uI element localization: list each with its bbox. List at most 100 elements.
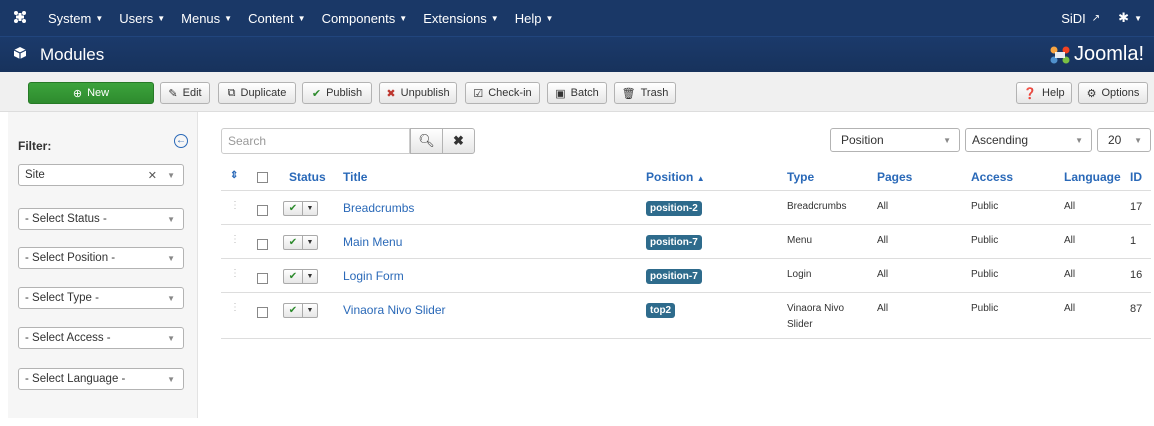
published-check-icon[interactable]: ✔ (283, 201, 303, 216)
status-dropdown-icon[interactable]: ▼ (303, 201, 318, 216)
chevron-down-icon: ▼ (167, 170, 175, 180)
table-row: ⋮ ✔ ▼ Breadcrumbs position-2 Breadcrumbs … (221, 191, 1151, 225)
sidebar-toggle-icon[interactable]: ← (174, 134, 188, 148)
header-pages[interactable]: Pages (877, 170, 912, 184)
module-access: Public (971, 303, 999, 314)
check-icon: ✔ (311, 87, 322, 100)
drag-handle-icon[interactable]: ⋮ (230, 234, 240, 245)
search-button[interactable]: 🔍︎ (410, 128, 443, 154)
header-access[interactable]: Access (971, 170, 1013, 184)
menu-users[interactable]: Users ▼ (111, 11, 173, 26)
limit-select[interactable]: 20 ▼ (1097, 128, 1151, 152)
menu-system[interactable]: System ▼ (40, 11, 111, 26)
position-badge: position-7 (646, 269, 702, 284)
caret-down-icon: ▼ (297, 13, 306, 23)
module-title-link[interactable]: Login Form (343, 269, 404, 283)
drag-handle-icon[interactable]: ⋮ (230, 302, 240, 313)
question-icon: ❓ (1023, 87, 1038, 100)
published-check-icon[interactable]: ✔ (283, 303, 303, 318)
status-dropdown-icon[interactable]: ▼ (303, 303, 318, 318)
new-button[interactable]: ⊕ New (28, 82, 154, 104)
row-checkbox[interactable] (257, 273, 268, 284)
chevron-down-icon: ▼ (1075, 135, 1083, 145)
batch-button[interactable]: ▣ Batch (547, 82, 607, 104)
menu-extensions[interactable]: Extensions ▼ (415, 11, 507, 26)
checkin-button[interactable]: ☑ Check-in (465, 82, 540, 104)
row-checkbox[interactable] (257, 205, 268, 216)
header-status[interactable]: Status (289, 170, 326, 184)
module-type-line2: Slider (787, 319, 813, 330)
sort-direction-select[interactable]: Ascending ▼ (965, 128, 1092, 152)
options-button[interactable]: ⚙ Options (1078, 82, 1148, 104)
topbar-right: SiDI ↗ ✱ ▼ (1061, 10, 1154, 26)
row-checkbox[interactable] (257, 239, 268, 250)
module-id: 1 (1130, 235, 1137, 247)
header-language[interactable]: Language (1064, 170, 1121, 184)
client-select[interactable]: Site ✕ ▼ (18, 164, 184, 186)
trash-button[interactable]: 🗑 Trash (614, 82, 676, 104)
search-input[interactable]: Search (221, 128, 410, 154)
header-position[interactable]: Position ▲ (646, 170, 705, 184)
status-select[interactable]: - Select Status - ▼ (18, 208, 184, 230)
language-select[interactable]: - Select Language - ▼ (18, 368, 184, 390)
published-check-icon[interactable]: ✔ (283, 269, 303, 284)
clear-search-button[interactable]: ✖ (442, 128, 475, 154)
position-badge: top2 (646, 303, 676, 318)
menu-help[interactable]: Help ▼ (507, 11, 562, 26)
position-select[interactable]: - Select Position - ▼ (18, 247, 184, 269)
help-button[interactable]: ❓ Help (1016, 82, 1072, 104)
module-access: Public (971, 269, 999, 280)
caret-down-icon: ▼ (1134, 13, 1142, 23)
header-type[interactable]: Type (787, 170, 814, 184)
user-menu[interactable]: ✱ ▼ (1118, 10, 1154, 26)
type-select[interactable]: - Select Type - ▼ (18, 287, 184, 309)
status-dropdown-icon[interactable]: ▼ (303, 269, 318, 284)
unpublish-button[interactable]: ✖ Unpublish (379, 82, 457, 104)
module-title-link[interactable]: Vinaora Nivo Slider (343, 303, 446, 317)
module-language: All (1064, 303, 1076, 314)
drag-handle-icon[interactable]: ⋮ (230, 200, 240, 211)
publish-button[interactable]: ✔ Publish (302, 82, 372, 104)
search-icon: 🔍︎ (418, 133, 435, 148)
module-type: Vinaora Nivo (787, 303, 845, 314)
site-link[interactable]: SiDI ↗ (1061, 11, 1118, 26)
select-all-checkbox[interactable] (257, 172, 268, 183)
status-toggle: ✔ ▼ (283, 269, 318, 284)
header-id[interactable]: ID (1130, 170, 1142, 184)
clear-icon[interactable]: ✕ (148, 169, 157, 182)
caret-down-icon: ▼ (157, 13, 166, 23)
edit-button[interactable]: ✎ Edit (160, 82, 210, 104)
sort-icon[interactable]: ⇕ (230, 170, 238, 181)
access-select[interactable]: - Select Access - ▼ (18, 327, 184, 349)
joomla-logo: Joomla! (1049, 43, 1144, 66)
published-check-icon[interactable]: ✔ (283, 235, 303, 250)
cube-icon (0, 46, 40, 64)
drag-handle-icon[interactable]: ⋮ (230, 268, 240, 279)
menu-content[interactable]: Content ▼ (240, 11, 313, 26)
status-toggle: ✔ ▼ (283, 201, 318, 216)
status-toggle: ✔ ▼ (283, 303, 318, 318)
menu-menus[interactable]: Menus ▼ (173, 11, 240, 26)
plus-circle-icon: ⊕ (72, 87, 83, 100)
menu-components[interactable]: Components ▼ (314, 11, 416, 26)
caret-down-icon: ▼ (95, 13, 104, 23)
position-badge: position-7 (646, 235, 702, 250)
row-checkbox[interactable] (257, 307, 268, 318)
module-type: Breadcrumbs (787, 201, 847, 212)
chevron-down-icon: ▼ (167, 253, 175, 263)
joomla-menu-icon[interactable] (0, 10, 40, 27)
chevron-down-icon: ▼ (167, 333, 175, 343)
module-pages: All (877, 303, 889, 314)
main-menu: System ▼ Users ▼ Menus ▼ Content ▼ Component… (40, 11, 561, 26)
status-dropdown-icon[interactable]: ▼ (303, 235, 318, 250)
module-language: All (1064, 201, 1076, 212)
close-icon: ✖ (453, 133, 464, 148)
module-title-link[interactable]: Breadcrumbs (343, 201, 414, 215)
module-pages: All (877, 269, 889, 280)
filter-sidebar: ← Filter: Site ✕ ▼ - Select Status - ▼ - Se… (8, 112, 198, 418)
module-title-link[interactable]: Main Menu (343, 235, 402, 249)
duplicate-button[interactable]: ⧉ Duplicate (218, 82, 296, 104)
header-title[interactable]: Title (343, 170, 367, 184)
sort-field-select[interactable]: Position ▼ (830, 128, 960, 152)
edit-icon: ✎ (168, 87, 178, 100)
